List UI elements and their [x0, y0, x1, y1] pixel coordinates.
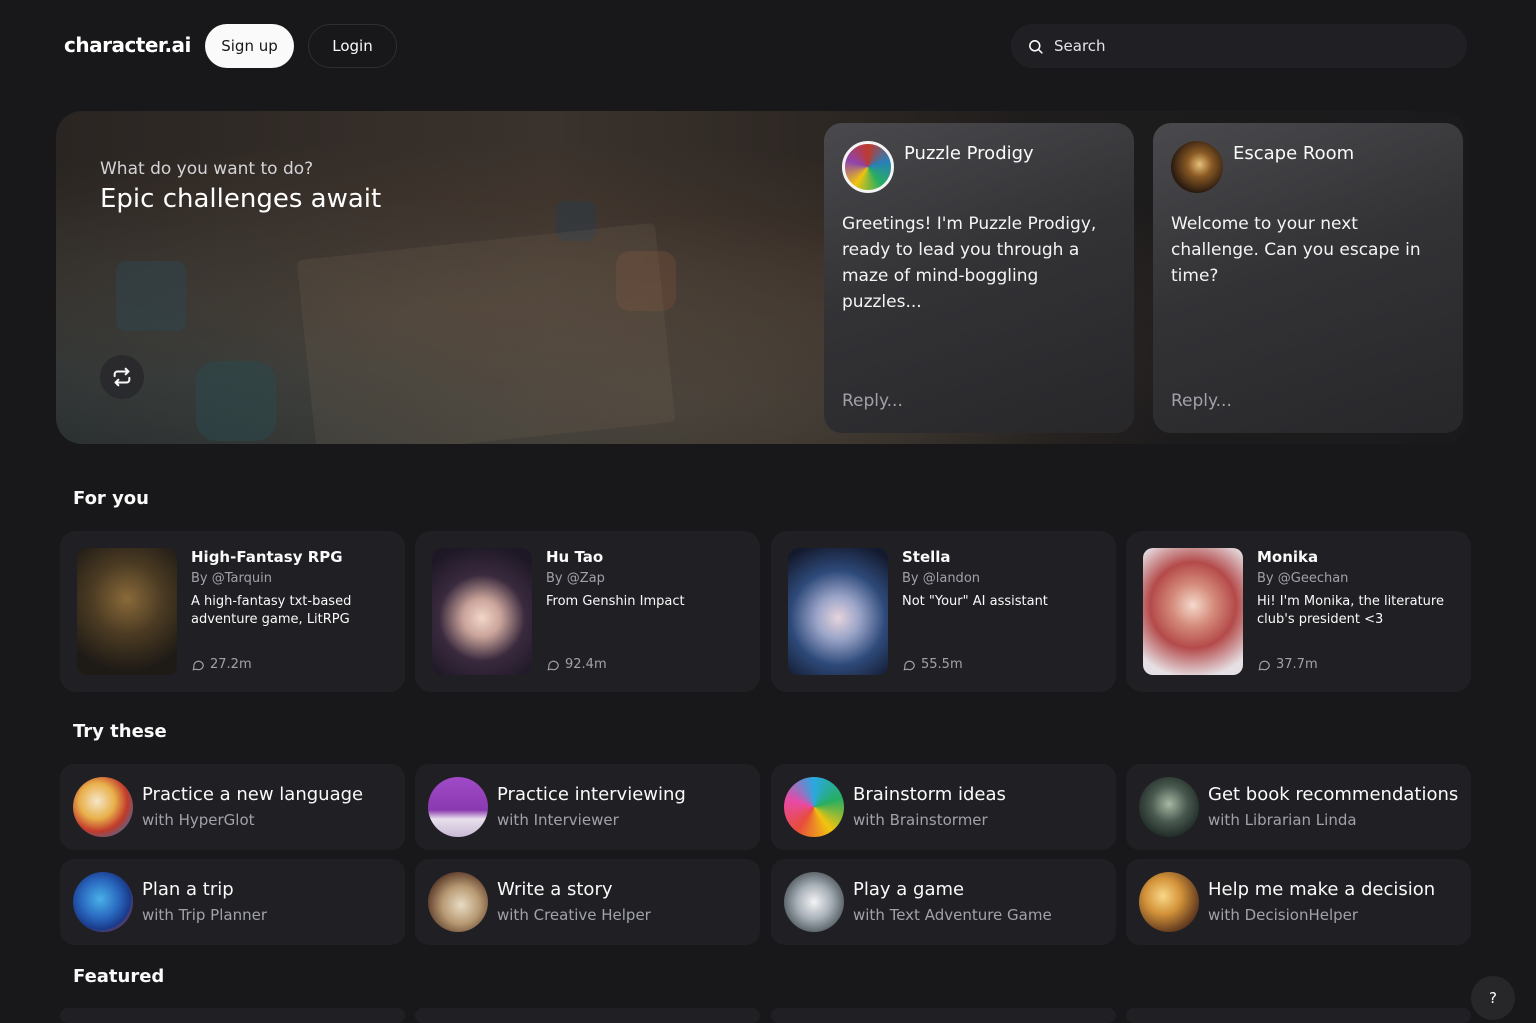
chat-card-name: Escape Room — [1233, 143, 1355, 164]
character-name: Stella — [902, 548, 951, 566]
character-image — [77, 548, 177, 675]
signup-button[interactable]: Sign up — [205, 24, 294, 68]
escape-room-avatar — [1171, 141, 1223, 193]
chat-card-message: Greetings! I'm Puzzle Prodigy, ready to … — [842, 214, 1097, 312]
character-image — [1143, 548, 1243, 675]
character-card[interactable]: Stella By @landon Not "Your" AI assistan… — [771, 531, 1116, 692]
character-author[interactable]: By @landon — [902, 571, 980, 586]
chat-card-name: Puzzle Prodigy — [904, 143, 1034, 164]
hero-banner: What do you want to do? Epic challenges … — [56, 111, 1468, 444]
search-bar[interactable] — [1011, 24, 1467, 68]
librarian-linda-avatar — [1139, 777, 1199, 837]
try-card-title: Practice a new language — [142, 784, 364, 805]
hero-chat-card[interactable]: Escape Room Welcome to your next challen… — [1153, 123, 1463, 433]
help-button[interactable]: ? — [1471, 976, 1515, 1020]
try-card-subtitle: with Interviewer — [497, 811, 619, 829]
featured-card[interactable] — [1126, 1008, 1471, 1023]
character-card[interactable]: Hu Tao By @Zap From Genshin Impact 92.4m — [415, 531, 760, 692]
try-card-title: Write a story — [497, 879, 613, 900]
chat-card-message: Welcome to your next challenge. Can you … — [1171, 214, 1421, 286]
try-card[interactable]: Write a story with Creative Helper — [415, 859, 760, 945]
try-card[interactable]: Play a game with Text Adventure Game — [771, 859, 1116, 945]
chat-count-value: 92.4m — [565, 657, 607, 672]
try-card[interactable]: Get book recommendations with Librarian … — [1126, 764, 1471, 850]
try-card-title: Play a game — [853, 879, 965, 900]
section-title-featured: Featured — [73, 966, 165, 987]
try-card-subtitle: with HyperGlot — [142, 811, 255, 829]
character-name: Monika — [1257, 548, 1319, 566]
section-title-try-these: Try these — [73, 721, 167, 742]
try-card-title: Help me make a decision — [1208, 879, 1436, 900]
character-description: From Genshin Impact — [546, 594, 685, 609]
character-card[interactable]: Monika By @Geechan Hi! I'm Monika, the l… — [1126, 531, 1471, 692]
chat-count: 37.7m — [1257, 657, 1318, 672]
top-header: character.ai Sign up Login — [0, 0, 1536, 92]
refresh-button[interactable] — [100, 355, 144, 399]
character-card[interactable]: High-Fantasy RPG By @Tarquin A high-fant… — [60, 531, 405, 692]
chat-count: 92.4m — [546, 657, 607, 672]
try-card[interactable]: Help me make a decision with DecisionHel… — [1126, 859, 1471, 945]
brainstormer-avatar — [784, 777, 844, 837]
search-icon — [1029, 39, 1043, 54]
try-card-title: Practice interviewing — [497, 784, 686, 805]
chat-reply-input[interactable]: Reply... — [842, 391, 903, 411]
try-card-title: Plan a trip — [142, 879, 234, 900]
hero-title: Epic challenges await — [100, 184, 382, 214]
search-input[interactable] — [1054, 37, 1434, 55]
try-card[interactable]: Practice a new language with HyperGlot — [60, 764, 405, 850]
featured-card[interactable] — [60, 1008, 405, 1023]
try-card-subtitle: with DecisionHelper — [1208, 906, 1359, 924]
featured-card[interactable] — [415, 1008, 760, 1023]
character-name: High-Fantasy RPG — [191, 548, 343, 566]
character-description: A high-fantasy txt-based adventure game,… — [191, 594, 352, 627]
try-card[interactable]: Plan a trip with Trip Planner — [60, 859, 405, 945]
try-card-subtitle: with Text Adventure Game — [853, 906, 1052, 924]
chat-bubble-icon — [1258, 660, 1270, 670]
try-card-subtitle: with Trip Planner — [142, 906, 267, 924]
hero-subtitle: What do you want to do? — [100, 159, 314, 179]
featured-card[interactable] — [771, 1008, 1116, 1023]
chat-count: 55.5m — [902, 657, 963, 672]
character-name: Hu Tao — [546, 548, 604, 566]
hero-background-image — [116, 261, 186, 331]
login-button[interactable]: Login — [308, 24, 397, 68]
chat-bubble-icon — [192, 660, 204, 670]
try-card-title: Get book recommendations — [1208, 784, 1459, 805]
trip-planner-avatar — [73, 872, 133, 932]
try-card[interactable]: Practice interviewing with Interviewer — [415, 764, 760, 850]
decision-helper-avatar — [1139, 872, 1199, 932]
character-author[interactable]: By @Tarquin — [191, 571, 272, 586]
creative-helper-avatar — [428, 872, 488, 932]
puzzle-prodigy-avatar — [842, 141, 894, 193]
character-author[interactable]: By @Geechan — [1257, 571, 1348, 586]
hyperglot-avatar — [73, 777, 133, 837]
chat-bubble-icon — [547, 660, 559, 670]
hero-background-image — [196, 361, 276, 441]
character-author[interactable]: By @Zap — [546, 571, 605, 586]
chat-count-value: 37.7m — [1276, 657, 1318, 672]
try-card[interactable]: Brainstorm ideas with Brainstormer — [771, 764, 1116, 850]
try-card-subtitle: with Brainstormer — [853, 811, 988, 829]
chat-count-value: 27.2m — [210, 657, 252, 672]
character-description: Hi! I'm Monika, the literature club's pr… — [1257, 594, 1444, 627]
try-card-subtitle: with Librarian Linda — [1208, 811, 1357, 829]
interviewer-avatar — [428, 777, 488, 837]
try-card-title: Brainstorm ideas — [853, 784, 1006, 805]
character-image — [432, 548, 532, 675]
try-card-subtitle: with Creative Helper — [497, 906, 651, 924]
text-adventure-game-avatar — [784, 872, 844, 932]
hero-background-image — [296, 222, 676, 444]
chat-count-value: 55.5m — [921, 657, 963, 672]
character-description: Not "Your" AI assistant — [902, 594, 1048, 609]
chat-reply-input[interactable]: Reply... — [1171, 391, 1232, 411]
chat-count: 27.2m — [191, 657, 252, 672]
refresh-icon — [113, 367, 131, 387]
character-image — [788, 548, 888, 675]
section-title-for-you: For you — [73, 488, 149, 509]
chat-bubble-icon — [903, 660, 915, 670]
logo[interactable]: character.ai — [64, 33, 191, 57]
hero-chat-card[interactable]: Puzzle Prodigy Greetings! I'm Puzzle Pro… — [824, 123, 1134, 433]
